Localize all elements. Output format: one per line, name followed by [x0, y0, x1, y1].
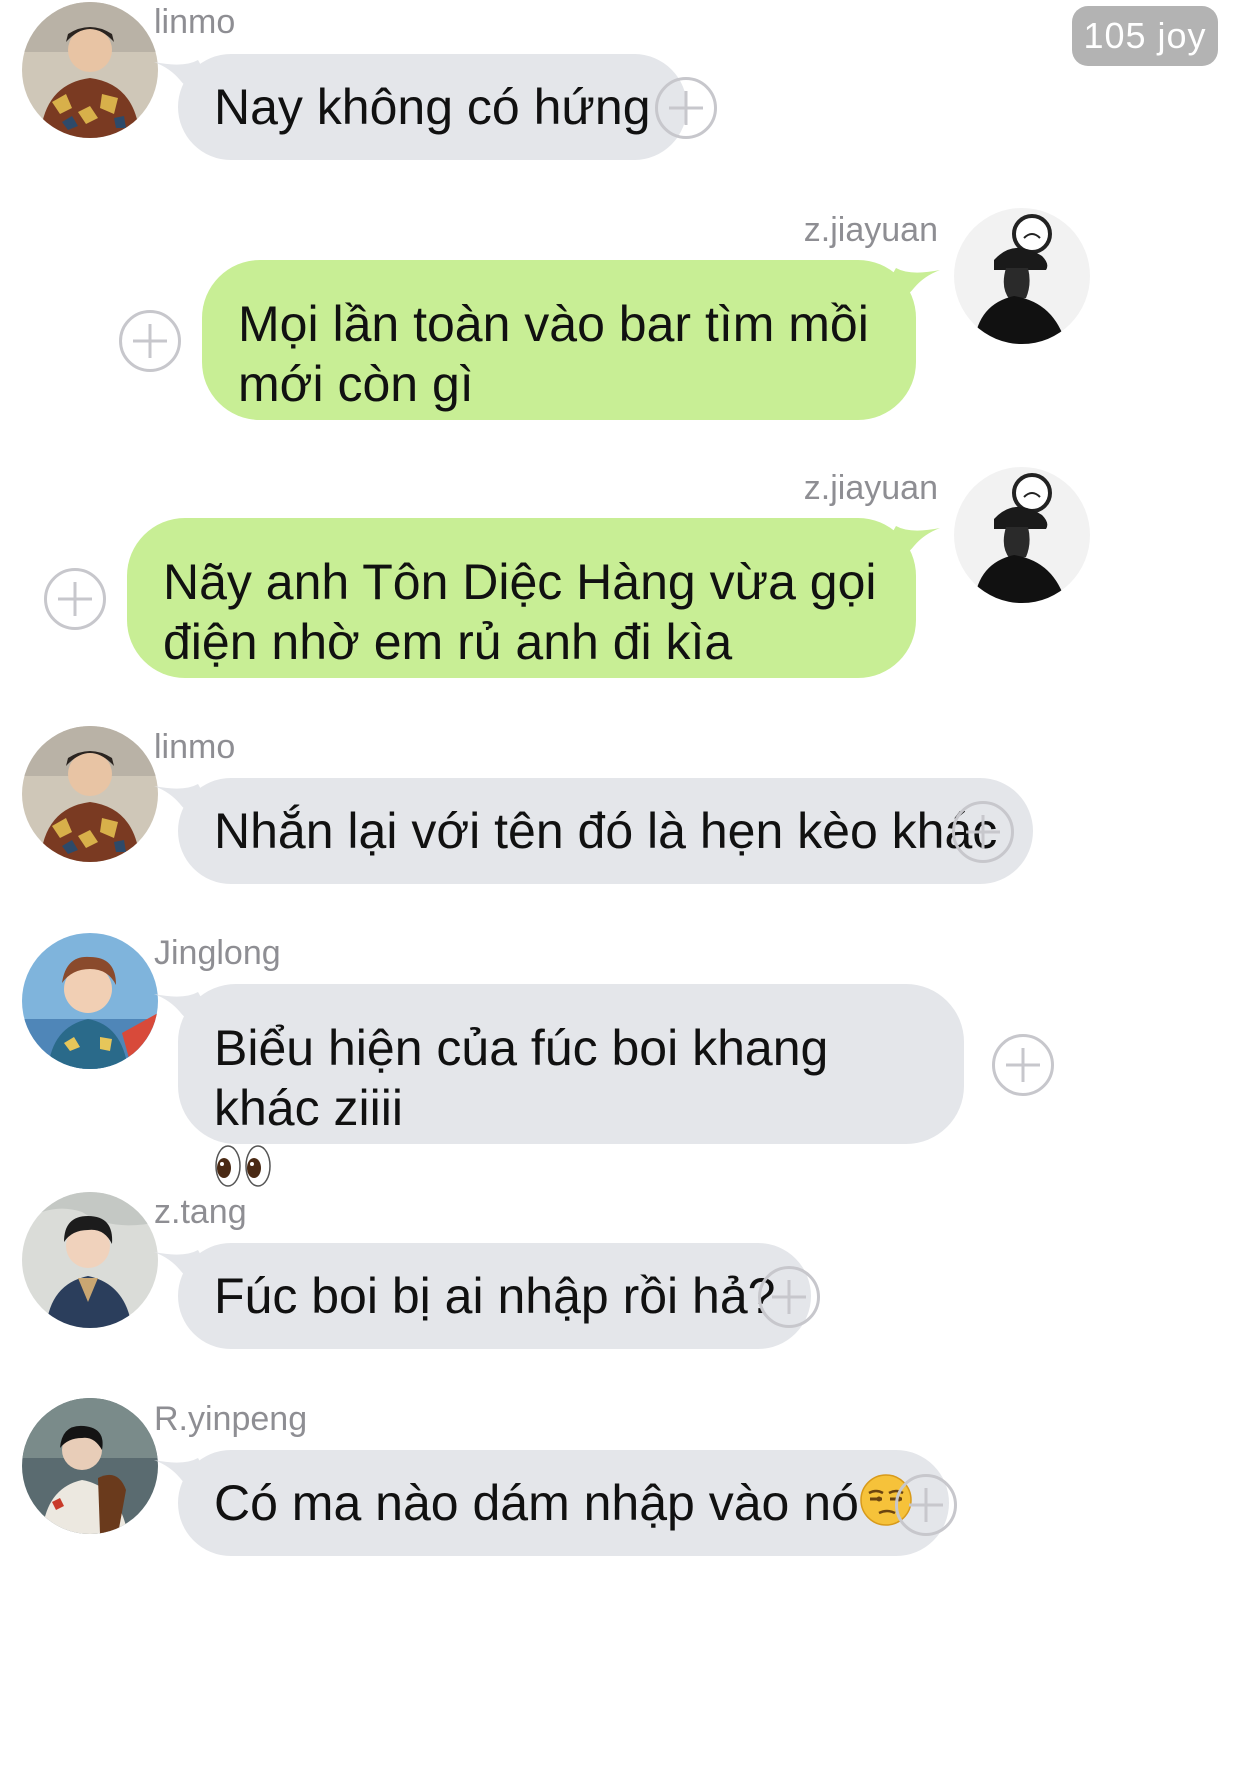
add-reaction-button[interactable]: [655, 77, 717, 139]
message-bubble[interactable]: Nay không có hứng: [178, 54, 687, 160]
joy-count-badge[interactable]: 105 joy: [1072, 6, 1218, 66]
avatar-zjiayuan[interactable]: [954, 467, 1090, 603]
add-reaction-button[interactable]: [758, 1266, 820, 1328]
add-reaction-button[interactable]: [952, 801, 1014, 863]
message-text: Nãy anh Tôn Diệc Hàng vừa gọi điện nhờ e…: [163, 554, 877, 670]
avatar-jinglong[interactable]: [22, 933, 158, 1069]
avatar-ztang[interactable]: [22, 1192, 158, 1328]
message-bubble[interactable]: Mọi lần toàn vào bar tìm mồi mới còn gì: [202, 260, 916, 420]
sender-name: R.yinpeng: [154, 1400, 308, 1438]
message-bubble[interactable]: Fúc boi bị ai nhập rồi hả?: [178, 1243, 812, 1349]
sender-name: z.jiayuan: [803, 469, 938, 507]
message-text: Mọi lần toàn vào bar tìm mồi mới còn gì: [238, 296, 869, 412]
message-text: Biểu hiện của fúc boi khang khác ziiii: [214, 1020, 829, 1136]
message-text: Nay không có hứng: [214, 79, 651, 135]
sender-name: linmo: [154, 3, 236, 41]
add-reaction-button[interactable]: [119, 310, 181, 372]
message-bubble[interactable]: Biểu hiện của fúc boi khang khác ziiii: [178, 984, 964, 1187]
message-text: Fúc boi bị ai nhập rồi hả?: [214, 1268, 776, 1324]
sender-name: Jinglong: [154, 934, 281, 972]
message-bubble[interactable]: Nhắn lại với tên đó là hẹn kèo khác: [178, 778, 1034, 884]
avatar-linmo[interactable]: [22, 2, 158, 138]
add-reaction-button[interactable]: [895, 1474, 957, 1536]
sender-name: z.jiayuan: [803, 211, 938, 249]
message-text: Có ma nào dám nhập vào nó: [214, 1475, 859, 1531]
avatar-zjiayuan[interactable]: [954, 208, 1090, 344]
message-text: Nhắn lại với tên đó là hẹn kèo khác: [214, 803, 998, 859]
message-bubble[interactable]: Nãy anh Tôn Diệc Hàng vừa gọi điện nhờ e…: [127, 518, 916, 678]
message-bubble[interactable]: Có ma nào dám nhập vào nó: [178, 1450, 949, 1556]
avatar-linmo[interactable]: [22, 726, 158, 862]
sender-name: z.tang: [154, 1193, 247, 1231]
avatar-ryinpeng[interactable]: [22, 1398, 158, 1534]
add-reaction-button[interactable]: [992, 1034, 1054, 1096]
sender-name: linmo: [154, 728, 236, 766]
add-reaction-button[interactable]: [44, 568, 106, 630]
